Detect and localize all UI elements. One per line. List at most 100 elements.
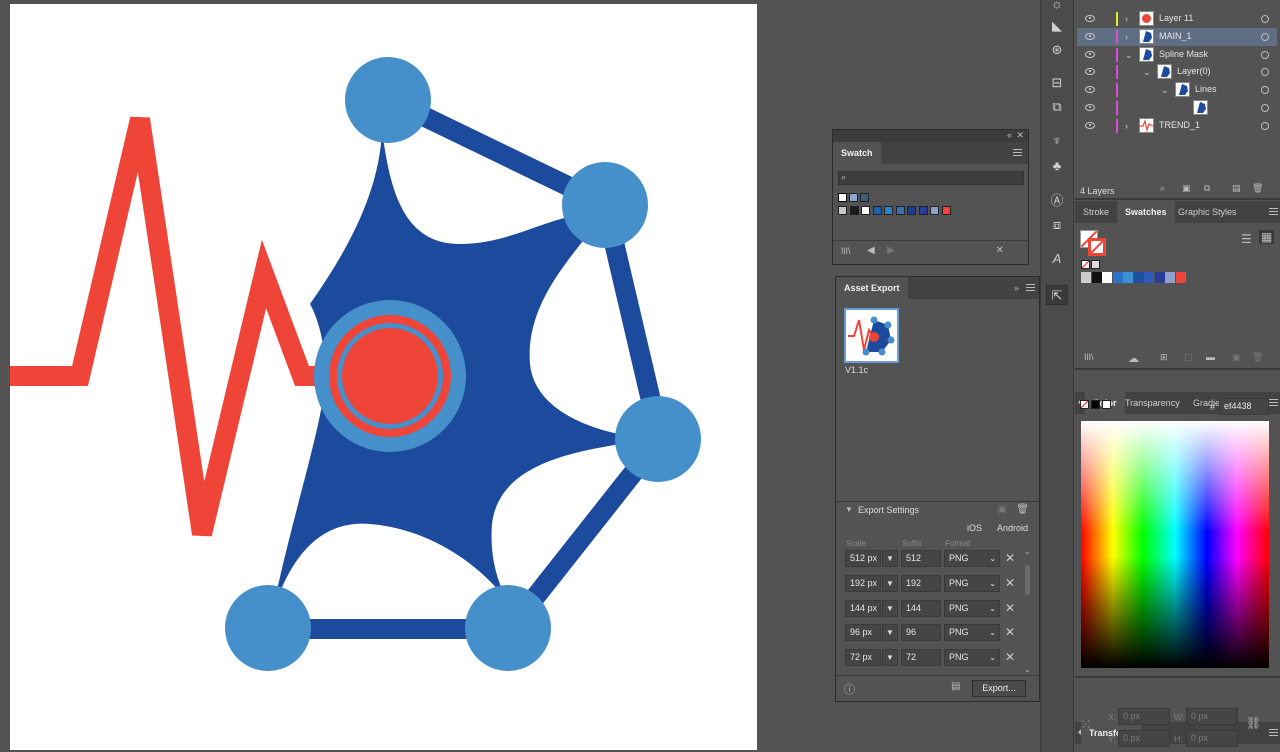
paragraph-style-icon[interactable]: ⧈ bbox=[1046, 215, 1068, 235]
format-select[interactable]: PNG ⌄ bbox=[944, 574, 1000, 592]
export-scrollbar[interactable]: ⌃ ⌄ bbox=[1024, 551, 1032, 675]
scroll-up-icon[interactable]: ⌃ bbox=[1024, 551, 1031, 560]
reference-point-icon[interactable]: ⁙ bbox=[1080, 716, 1092, 733]
visibility-eye-icon[interactable] bbox=[1085, 68, 1095, 76]
swatch-library-icon[interactable]: IlI\ bbox=[841, 246, 851, 256]
target-circle-icon[interactable] bbox=[1261, 32, 1269, 41]
swatch-chip[interactable] bbox=[838, 206, 847, 215]
visibility-eye-icon[interactable] bbox=[1085, 86, 1095, 94]
new-layer-icon[interactable]: ▤ bbox=[1232, 183, 1241, 194]
swatch-registration[interactable] bbox=[1091, 260, 1100, 269]
chevron-down-icon[interactable]: ⌄ bbox=[1161, 85, 1169, 96]
scale-dropdown[interactable]: ▼ bbox=[882, 550, 898, 567]
layer-name[interactable]: Spline Mask bbox=[1159, 49, 1208, 59]
w-input[interactable]: 0 px bbox=[1186, 708, 1238, 725]
format-select[interactable]: PNG ⌄ bbox=[944, 624, 1000, 642]
asset-export-icon[interactable]: ⇱ bbox=[1046, 285, 1068, 305]
hex-input[interactable]: ef4438 bbox=[1219, 398, 1269, 415]
gradient-tool-icon[interactable]: ◣ bbox=[1046, 16, 1068, 36]
swatch-chip[interactable] bbox=[1154, 272, 1165, 283]
show-kinds-icon[interactable]: ⊞ bbox=[1160, 352, 1168, 363]
format-select[interactable]: PNG ⌄ bbox=[944, 550, 1000, 567]
stroke-swatch[interactable] bbox=[1088, 238, 1106, 256]
fill-stroke-indicator[interactable] bbox=[1080, 230, 1106, 256]
asset-thumbnail[interactable] bbox=[844, 308, 899, 363]
swatch-library-icon[interactable]: IlI\ bbox=[1084, 352, 1094, 362]
symbols-usb-icon[interactable]: ♆ bbox=[1046, 131, 1068, 151]
color-none-swatch[interactable] bbox=[1080, 400, 1089, 409]
panel-menu-icon[interactable] bbox=[1269, 729, 1278, 736]
locate-object-icon[interactable]: ⌕ bbox=[1160, 183, 1165, 194]
tab-swatches[interactable]: Swatches bbox=[1117, 201, 1175, 223]
swatch-registration[interactable] bbox=[849, 193, 858, 202]
swatch-chip[interactable] bbox=[1102, 272, 1112, 283]
layer-name[interactable]: Lines bbox=[1195, 84, 1217, 94]
new-swatch-icon[interactable]: ▣ bbox=[1232, 352, 1241, 363]
swatch-chip[interactable] bbox=[1144, 272, 1154, 283]
tab-stroke[interactable]: Stroke bbox=[1075, 201, 1117, 223]
scale-input[interactable]: 144 px bbox=[845, 599, 881, 617]
tab-asset-export[interactable]: Asset Export bbox=[836, 277, 908, 299]
scroll-thumb[interactable] bbox=[1025, 565, 1030, 595]
scale-input[interactable]: 192 px bbox=[845, 574, 881, 592]
layer-row[interactable] bbox=[1077, 99, 1277, 117]
make-clip-mask-icon[interactable]: ▣ bbox=[1182, 183, 1191, 194]
color-black-swatch[interactable] bbox=[1091, 400, 1100, 409]
layer-name[interactable]: Layer(0) bbox=[1177, 66, 1211, 76]
android-button[interactable]: Android bbox=[997, 523, 1028, 533]
add-format-icon[interactable]: ▣ bbox=[998, 504, 1007, 515]
delete-layer-icon[interactable]: 🗑 bbox=[1252, 183, 1263, 194]
chevron-down-icon[interactable]: ⌄ bbox=[1125, 50, 1133, 61]
target-circle-icon[interactable] bbox=[1261, 68, 1269, 77]
next-arrow-icon[interactable]: ▶ bbox=[887, 245, 895, 256]
remove-format-icon[interactable]: ✕ bbox=[1005, 576, 1015, 590]
swatch-folder[interactable] bbox=[860, 193, 869, 202]
swatch-chip[interactable] bbox=[1112, 272, 1123, 283]
suffix-input[interactable]: 192 bbox=[901, 574, 941, 592]
layer-name[interactable]: MAIN_1 bbox=[1159, 31, 1192, 41]
layer-name[interactable]: Layer 11 bbox=[1159, 13, 1193, 23]
swatch-chip[interactable] bbox=[1175, 272, 1186, 283]
remove-format-icon[interactable]: ✕ bbox=[1005, 551, 1015, 565]
panel-menu-icon[interactable] bbox=[1269, 399, 1278, 406]
delete-swatch-icon[interactable]: 🗑 bbox=[1252, 352, 1263, 363]
prev-arrow-icon[interactable]: ◀ bbox=[867, 245, 875, 256]
align-icon[interactable]: ⊟ bbox=[1046, 73, 1068, 93]
visibility-eye-icon[interactable] bbox=[1085, 32, 1095, 40]
swatch-chip[interactable] bbox=[918, 206, 928, 215]
scale-dropdown[interactable]: ▼ bbox=[882, 649, 898, 667]
cloud-icon[interactable]: ☁ bbox=[1128, 352, 1139, 365]
swatch-chip[interactable] bbox=[1165, 272, 1175, 283]
layer-row[interactable]: ⌄ Lines bbox=[1077, 81, 1277, 99]
suffix-input[interactable]: 144 bbox=[901, 599, 941, 617]
glyph-icon[interactable]: A bbox=[1046, 249, 1068, 269]
visibility-eye-icon[interactable] bbox=[1085, 104, 1095, 111]
panel-menu-icon[interactable] bbox=[1269, 208, 1278, 215]
swatch-options-icon[interactable]: ▢ bbox=[1184, 352, 1193, 363]
swatch-chip[interactable] bbox=[861, 206, 870, 215]
layer-name[interactable]: TREND_1 bbox=[1159, 120, 1200, 130]
layer-row[interactable]: ⌄ Spline Mask bbox=[1077, 46, 1277, 64]
swatch-chip[interactable] bbox=[1123, 272, 1133, 283]
export-queue-icon[interactable]: ▤ bbox=[951, 681, 960, 692]
target-circle-icon[interactable] bbox=[1261, 104, 1269, 112]
swatch-chip[interactable] bbox=[930, 206, 939, 215]
panel-menu-icon[interactable] bbox=[1013, 149, 1022, 156]
brightness-icon[interactable]: ☼ bbox=[1046, 0, 1068, 14]
scroll-down-icon[interactable]: ⌄ bbox=[1024, 665, 1031, 674]
appearance-icon[interactable]: ⊛ bbox=[1046, 40, 1068, 60]
export-settings-header[interactable]: ▼ Export Settings ▣ 🗑 bbox=[836, 502, 1041, 520]
swatch-chip[interactable] bbox=[1133, 272, 1144, 283]
y-input[interactable]: 0 px bbox=[1118, 730, 1170, 747]
swatch-none[interactable] bbox=[1081, 260, 1090, 269]
tab-swatch[interactable]: Swatch bbox=[833, 142, 881, 164]
swatch-chip[interactable] bbox=[872, 206, 882, 215]
suffix-input[interactable]: 512 bbox=[901, 550, 941, 567]
artboard[interactable] bbox=[10, 4, 757, 750]
pathfinder-icon[interactable]: ⧉ bbox=[1046, 97, 1068, 117]
tab-graphic-styles[interactable]: Graphic Styles bbox=[1170, 201, 1245, 223]
swatch-chip[interactable] bbox=[941, 206, 951, 215]
target-circle-icon[interactable] bbox=[1261, 15, 1269, 23]
scale-input[interactable]: 96 px bbox=[845, 624, 881, 642]
remove-format-icon[interactable]: ✕ bbox=[1005, 601, 1015, 615]
